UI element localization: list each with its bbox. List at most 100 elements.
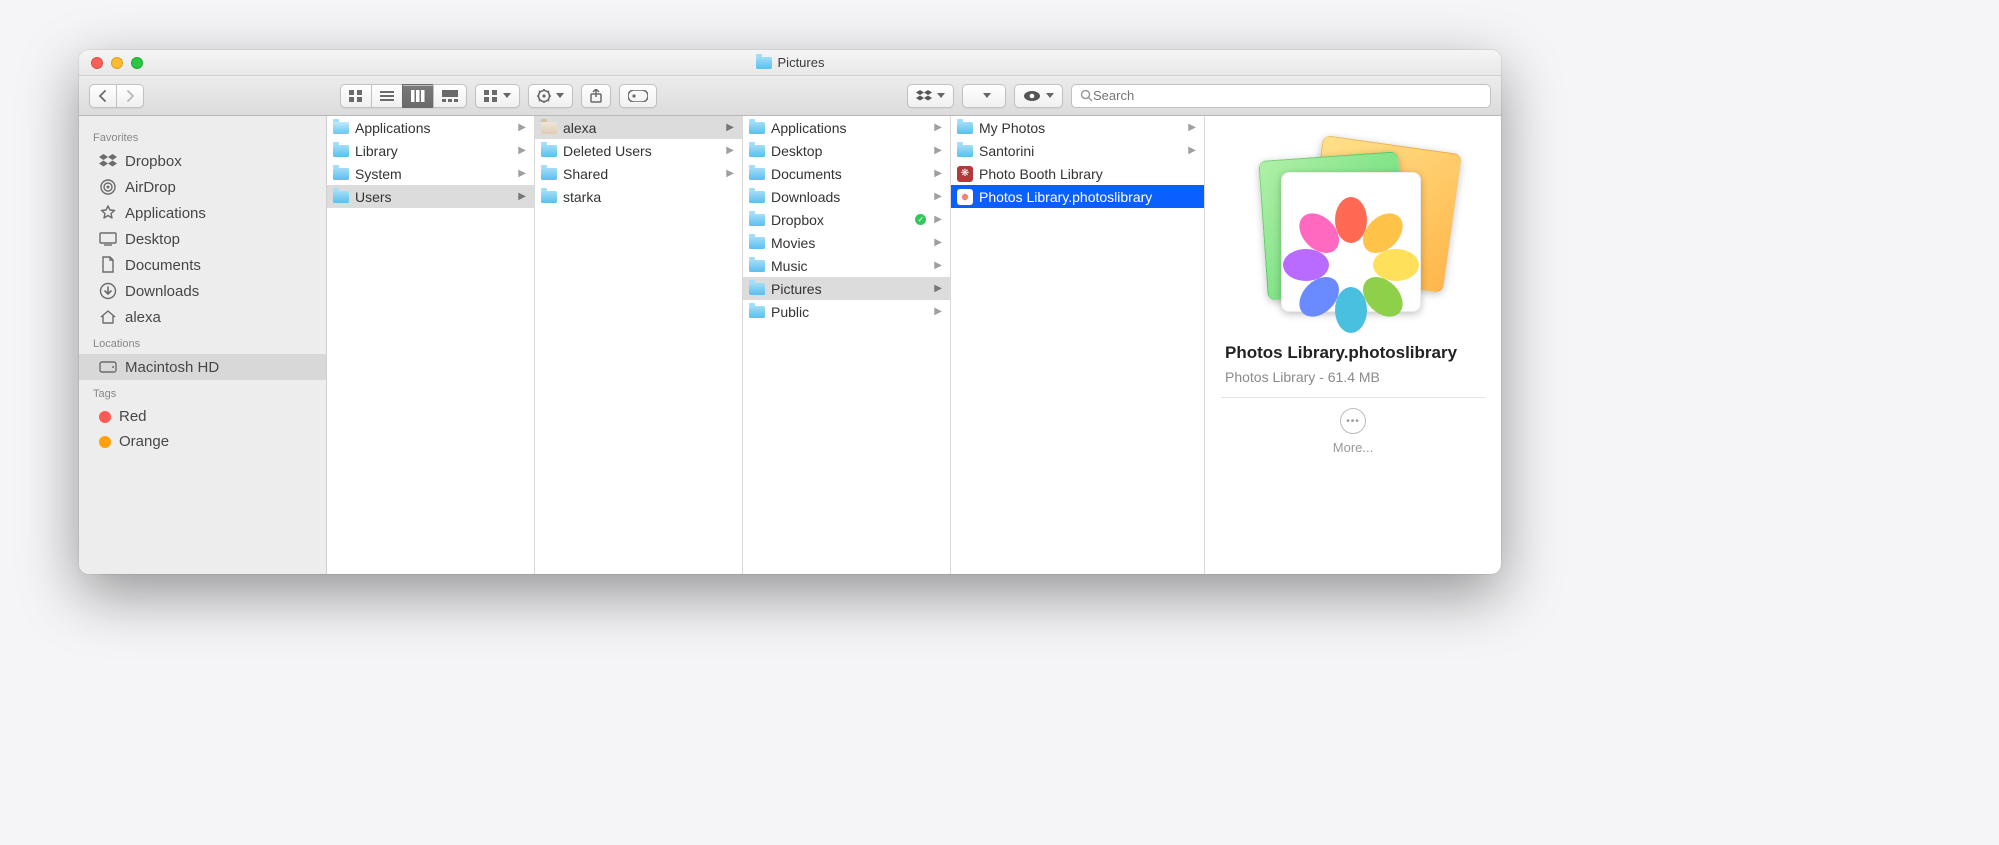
folder-icon bbox=[541, 168, 557, 180]
chevron-right-icon: ▶ bbox=[726, 168, 738, 179]
folder-row-santorini[interactable]: Santorini▶ bbox=[951, 139, 1204, 162]
title-text: Pictures bbox=[778, 55, 825, 70]
search-field[interactable] bbox=[1071, 84, 1491, 108]
folder-row-desktop[interactable]: Desktop▶ bbox=[743, 139, 950, 162]
search-icon bbox=[1080, 89, 1093, 102]
folder-row-starka[interactable]: starka bbox=[535, 185, 742, 208]
home-icon bbox=[99, 308, 117, 326]
disk-icon bbox=[99, 358, 117, 376]
gallery-view-button[interactable] bbox=[433, 84, 467, 108]
sidebar-item-desktop[interactable]: Desktop bbox=[79, 226, 326, 252]
chevron-right-icon: ▶ bbox=[934, 214, 946, 225]
chevron-right-icon: ▶ bbox=[934, 168, 946, 179]
close-button[interactable] bbox=[91, 57, 103, 69]
action-button[interactable] bbox=[528, 84, 573, 108]
folder-row-alexa[interactable]: alexa▶ bbox=[535, 116, 742, 139]
toolbar bbox=[79, 76, 1501, 116]
divider bbox=[1221, 397, 1485, 398]
view-mode-buttons bbox=[340, 84, 467, 108]
toolbar-dropdown-1[interactable] bbox=[962, 84, 1006, 108]
folder-row-music[interactable]: Music▶ bbox=[743, 254, 950, 277]
share-button[interactable] bbox=[581, 84, 611, 108]
zoom-button[interactable] bbox=[131, 57, 143, 69]
folder-row-shared[interactable]: Shared▶ bbox=[535, 162, 742, 185]
sidebar-header-tags: Tags bbox=[79, 380, 326, 404]
sidebar-item-airdrop[interactable]: AirDrop bbox=[79, 174, 326, 200]
chevron-right-icon: ▶ bbox=[934, 122, 946, 133]
preview-pane: Photos Library.photoslibrary Photos Libr… bbox=[1205, 116, 1501, 574]
folder-row-dropbox[interactable]: Dropbox▶ bbox=[743, 208, 950, 231]
folder-icon bbox=[541, 145, 557, 157]
chevron-right-icon: ▶ bbox=[934, 191, 946, 202]
chevron-right-icon: ▶ bbox=[1188, 145, 1200, 156]
nav-buttons bbox=[89, 84, 144, 108]
airdrop-icon bbox=[99, 178, 117, 196]
folder-icon bbox=[749, 122, 765, 134]
sidebar-item-home[interactable]: alexa bbox=[79, 304, 326, 330]
home-folder-icon bbox=[541, 122, 557, 134]
folder-row-pictures[interactable]: Pictures▶ bbox=[743, 277, 950, 300]
sidebar-item-label: Applications bbox=[125, 205, 206, 222]
sidebar-item-downloads[interactable]: Downloads bbox=[79, 278, 326, 304]
folder-row-documents[interactable]: Documents▶ bbox=[743, 162, 950, 185]
list-view-button[interactable] bbox=[371, 84, 402, 108]
folder-row-system[interactable]: System▶ bbox=[327, 162, 534, 185]
sidebar-item-documents[interactable]: Documents bbox=[79, 252, 326, 278]
photos-app-icon bbox=[1306, 197, 1396, 287]
window-title: Pictures bbox=[756, 55, 825, 70]
icon-view-button[interactable] bbox=[340, 84, 371, 108]
folder-icon bbox=[749, 214, 765, 226]
sidebar-item-label: Dropbox bbox=[125, 153, 182, 170]
file-row-photos-library[interactable]: Photos Library.photoslibrary bbox=[951, 185, 1204, 208]
more-button[interactable]: ••• bbox=[1340, 408, 1366, 434]
folder-row-users[interactable]: Users▶ bbox=[327, 185, 534, 208]
sidebar-item-applications[interactable]: Applications bbox=[79, 200, 326, 226]
folder-row-my-photos[interactable]: My Photos▶ bbox=[951, 116, 1204, 139]
folder-row-applications[interactable]: Applications▶ bbox=[327, 116, 534, 139]
tags-button[interactable] bbox=[619, 84, 657, 108]
folder-icon bbox=[749, 191, 765, 203]
sidebar-tag-orange[interactable]: Orange bbox=[79, 429, 326, 454]
column-3: Applications▶ Desktop▶ Documents▶ Downlo… bbox=[743, 116, 951, 574]
chevron-right-icon: ▶ bbox=[1188, 122, 1200, 133]
sidebar-item-label: Downloads bbox=[125, 283, 199, 300]
folder-icon bbox=[333, 122, 349, 134]
titlebar: Pictures bbox=[79, 50, 1501, 76]
photobooth-icon: ❋ bbox=[957, 166, 973, 182]
forward-button[interactable] bbox=[116, 84, 144, 108]
chevron-right-icon: ▶ bbox=[518, 122, 530, 133]
dropbox-menu-button[interactable] bbox=[907, 84, 954, 108]
back-button[interactable] bbox=[89, 84, 116, 108]
tag-dot-icon bbox=[99, 411, 111, 423]
folder-row-movies[interactable]: Movies▶ bbox=[743, 231, 950, 254]
search-input[interactable] bbox=[1093, 88, 1482, 103]
file-row-photo-booth[interactable]: ❋Photo Booth Library bbox=[951, 162, 1204, 185]
folder-icon bbox=[749, 283, 765, 295]
sidebar: Favorites Dropbox AirDrop Applications D… bbox=[79, 116, 327, 574]
traffic-lights bbox=[91, 57, 143, 69]
sidebar-tag-red[interactable]: Red bbox=[79, 404, 326, 429]
minimize-button[interactable] bbox=[111, 57, 123, 69]
folder-icon bbox=[333, 145, 349, 157]
main-area: Favorites Dropbox AirDrop Applications D… bbox=[79, 116, 1501, 574]
chevron-right-icon: ▶ bbox=[934, 237, 946, 248]
chevron-right-icon: ▶ bbox=[934, 145, 946, 156]
column-2: alexa▶ Deleted Users▶ Shared▶ starka bbox=[535, 116, 743, 574]
folder-row-downloads[interactable]: Downloads▶ bbox=[743, 185, 950, 208]
quicklook-menu-button[interactable] bbox=[1014, 84, 1063, 108]
sidebar-item-label: AirDrop bbox=[125, 179, 176, 196]
preview-thumbnail bbox=[1253, 144, 1453, 324]
column-4: My Photos▶ Santorini▶ ❋Photo Booth Libra… bbox=[951, 116, 1205, 574]
folder-row-library[interactable]: Library▶ bbox=[327, 139, 534, 162]
sidebar-header-favorites: Favorites bbox=[79, 124, 326, 148]
column-view-button[interactable] bbox=[402, 84, 433, 108]
sidebar-item-label: Red bbox=[119, 408, 147, 425]
folder-row-deleted-users[interactable]: Deleted Users▶ bbox=[535, 139, 742, 162]
sidebar-item-dropbox[interactable]: Dropbox bbox=[79, 148, 326, 174]
arrange-button[interactable] bbox=[475, 84, 520, 108]
folder-row-applications[interactable]: Applications▶ bbox=[743, 116, 950, 139]
applications-icon bbox=[99, 204, 117, 222]
sidebar-item-macintosh-hd[interactable]: Macintosh HD bbox=[79, 354, 326, 380]
folder-icon bbox=[957, 145, 973, 157]
folder-row-public[interactable]: Public▶ bbox=[743, 300, 950, 323]
